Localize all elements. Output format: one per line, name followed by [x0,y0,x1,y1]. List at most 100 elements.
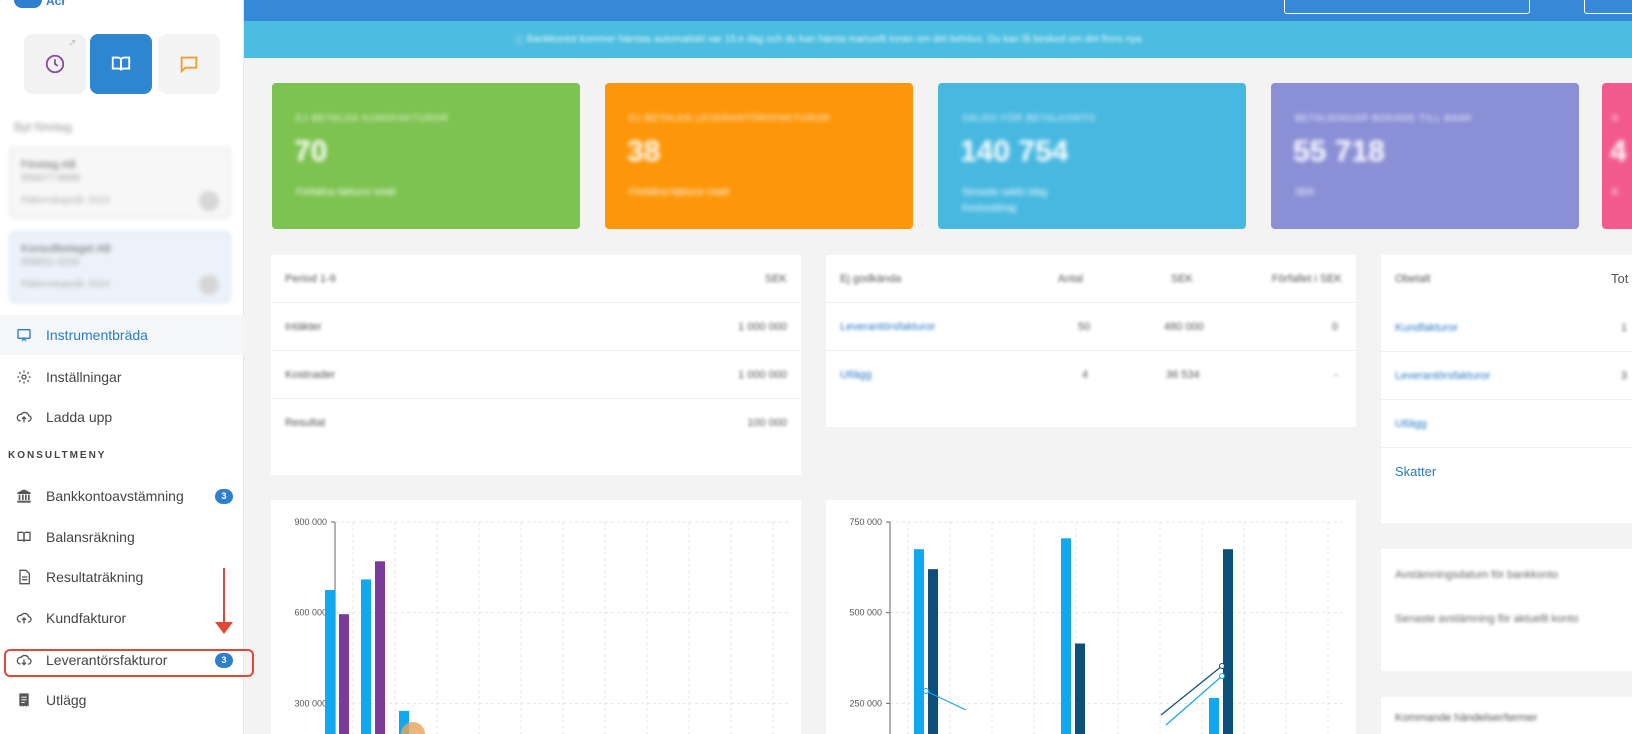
count-badge: 3 [215,488,233,504]
sidebar-item-label: Resultaträkning [46,569,144,585]
table-row[interactable]: Utlägg [1381,400,1632,448]
unapproved-table: Ej godkända Antal SEK Förfallet i SEK Le… [826,255,1356,427]
chat-icon [180,56,198,74]
sidebar-item-bankkontoavstamning[interactable]: Bankkontoavstämning 3 [0,476,244,516]
y-tick-label: 750 000 [849,517,882,527]
book-icon [111,56,131,71]
stat-sub: Förfallna fakturor totalt [629,187,730,198]
chat-button[interactable] [158,34,220,94]
line-point [923,688,929,694]
sidebar-item-kundfakturor[interactable]: Kundfakturor [0,598,244,638]
top-user-menu[interactable] [1584,0,1632,14]
receipt-icon [14,692,34,708]
sidebar-item-label: Inställningar [46,369,122,385]
table-header: Obetalt Tot [1395,271,1629,286]
logo-text: Acr [46,0,67,8]
bank-icon [14,488,34,504]
table-row[interactable]: Utlägg 4 36 534 - [826,351,1356,399]
cloud-upload-icon [14,409,34,425]
upcoming-events-card: Kommande händelser/termer [1381,697,1632,734]
table-row[interactable]: Kundfakturor 1 [1381,304,1632,352]
chart-panel-2: 750 000 500 000 250 000 [826,500,1356,734]
sidebar: Acr ↗ Byt företag Företag AB 556677-8899… [0,0,244,734]
stat-value: 55 718 [1293,135,1385,168]
bar [928,569,938,734]
bar [339,614,349,734]
cloud-upload-icon [14,610,34,626]
sidebar-item-label: Bankkontoavstämning [46,488,184,504]
stat-card-account-balance[interactable]: SALDO FÖR BETALKONTO 140 754 Senaste sal… [938,83,1246,229]
stat-value: 38 [627,135,661,168]
monitor-icon [14,327,34,343]
time-button[interactable] [24,34,86,94]
book-button[interactable] [90,34,152,94]
company-card-selected[interactable]: Konsultbolaget AB 559911-2233 Räkenskaps… [10,232,230,302]
stat-card-payments-to-bank[interactable]: BETALNINGAR BOKADE TILL BANK 55 718 SEK [1271,83,1579,229]
logo[interactable] [14,0,42,8]
sidebar-item-label: Balansräkning [46,529,135,545]
y-tick-label: 600 000 [294,608,327,618]
y-tick-label: 900 000 [294,517,327,527]
sidebar-item-label: Kundfakturor [46,610,127,626]
sidebar-item-label: Ladda upp [46,409,113,425]
bar [325,590,335,734]
stat-label: EJ BETALDA LEVERANTÖRSFAKTUROR [629,113,831,123]
top-bar [244,0,1632,21]
gear-icon [14,369,34,385]
sidebar-item-label: Instrumentbräda [46,327,148,343]
annotation-arrow-head [215,622,233,634]
bar [1223,549,1233,734]
result-summary-table: Period 1-9 SEK Intäkter 1 000 000 Kostna… [271,255,801,475]
stat-sub: Förfallna fakturor totalt [296,187,397,198]
clock-icon [45,54,65,74]
stat-card-unpaid-supplier-invoices[interactable]: EJ BETALDA LEVERANTÖRSFAKTUROR 38 Förfal… [605,83,913,229]
stat-label: SALDO FÖR BETALKONTO [962,113,1097,123]
bar-chart-1: 900 000 600 000 300 000 [294,517,791,734]
table-row[interactable]: Skatter [1381,448,1632,496]
banner-text: Bankkontot kommer hämtas automatiskt var… [526,34,1142,45]
sidebar-item-label: Utlägg [46,692,87,708]
top-search-input[interactable] [1284,0,1530,14]
annotation-highlight-box [4,649,254,677]
stat-sub2: Kontoutdrag [962,203,1017,214]
bar [375,561,385,734]
table-row: Kostnader 1 000 000 [271,351,801,399]
section-label-konsultmeny: KONSULTMENY [8,450,107,461]
info-icon: ⓘ [514,36,527,47]
table-header: Ej godkända Antal SEK Förfallet i SEK [826,255,1356,303]
sidebar-item-utlagg[interactable]: Utlägg [0,680,244,720]
table-row: Intäkter 1 000 000 [271,303,801,351]
note-text: Avstämningsdatum för bankkonto [1395,569,1559,581]
sidebar-item-resultatrakning[interactable]: Resultaträkning [0,557,244,597]
annotation-arrow [223,568,225,630]
stat-card-unpaid-customer-invoices[interactable]: EJ BETALDA KUNDFAKTUROR 70 Förfallna fak… [272,83,580,229]
y-tick-label: 250 000 [849,698,882,708]
company-switcher[interactable]: Byt företag Företag AB 556677-8899 Räken… [0,112,244,308]
table-row[interactable]: Leverantörsfakturor 50 480 000 0 [826,303,1356,351]
stat-label: S [1612,113,1620,123]
sidebar-item-ladda-upp[interactable]: Ladda upp [0,397,244,437]
sidebar-item-instrumentbrada[interactable]: Instrumentbräda [0,315,244,355]
stat-value: 4 [1610,135,1627,168]
bar [1061,538,1071,734]
stat-sub: K [1612,187,1619,198]
table-row[interactable]: Leverantörsfakturor 3 [1381,352,1632,400]
note-text: Senaste avstämning för aktuellt konto [1395,613,1579,625]
line-point [1219,663,1225,669]
info-banner: ⓘ Bankkontot kommer hämtas automatiskt v… [244,21,1632,58]
stat-card-partial[interactable]: S 4 K [1602,83,1632,229]
sidebar-item-balansrakning[interactable]: Balansräkning [0,517,244,557]
y-tick-label: 500 000 [849,608,882,618]
document-icon [14,569,34,585]
sidebar-item-installningar[interactable]: Inställningar [0,357,244,397]
company-switcher-header: Byt företag [14,120,73,134]
bar [1209,697,1219,734]
external-link-icon: ↗ [68,38,77,49]
bar [361,579,371,734]
unpaid-table: Obetalt Tot Kundfakturor 1 Leverantörsfa… [1381,255,1632,523]
bar [1075,643,1085,734]
bar [914,549,924,734]
company-card[interactable]: Företag AB 556677-8899 Räkenskapsår 2024 [10,148,230,218]
y-tick-label: 300 000 [294,698,327,708]
stat-sub: SEK [1295,187,1316,198]
